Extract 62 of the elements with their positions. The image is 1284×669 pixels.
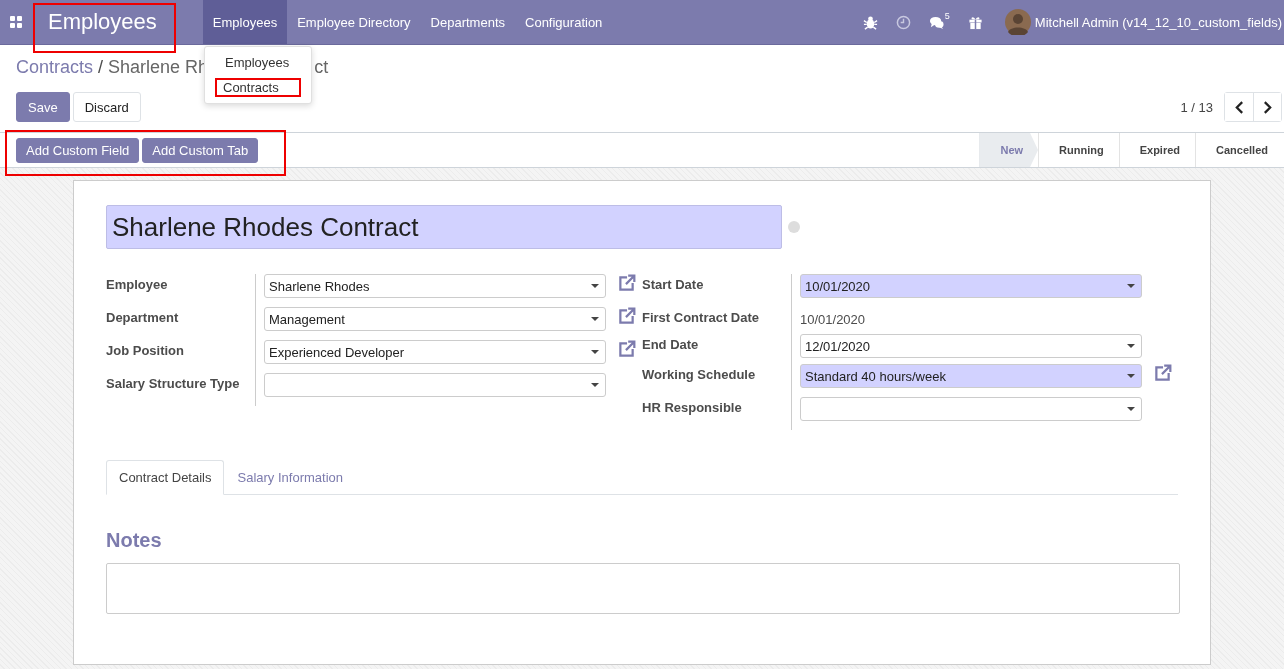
field-label: End Date <box>642 334 792 364</box>
select-field[interactable]: Sharlene Rhodes <box>264 274 606 298</box>
select-field[interactable]: Standard 40 hours/week <box>800 364 1142 388</box>
select-field[interactable]: 12/01/2020 <box>800 334 1142 358</box>
field-label: Employee <box>106 274 256 307</box>
select-field[interactable]: Experienced Developer <box>264 340 606 364</box>
caret-icon[interactable] <box>591 349 599 355</box>
pager-counter: 1 / 13 <box>1180 99 1213 115</box>
caret-icon[interactable] <box>591 382 599 388</box>
gift-icon[interactable] <box>967 14 983 30</box>
select-field[interactable]: Management <box>264 307 606 331</box>
nav-menu-item[interactable]: Departments <box>420 0 515 44</box>
chevron-left-icon[interactable] <box>1234 100 1244 114</box>
caret-icon[interactable] <box>591 316 599 322</box>
field-label: Start Date <box>642 274 792 307</box>
notes-field[interactable] <box>106 563 1180 614</box>
field-label: Job Position <box>106 340 256 373</box>
notebook-tab[interactable]: Contract Details <box>106 460 225 495</box>
clock-icon[interactable] <box>895 14 911 30</box>
chevron-right-icon[interactable] <box>1263 100 1272 114</box>
caret-icon[interactable] <box>1127 373 1135 379</box>
field-label: Department <box>106 307 256 340</box>
caret-icon[interactable] <box>1127 343 1135 349</box>
caret-icon[interactable] <box>1127 283 1135 289</box>
external-link-icon[interactable] <box>617 307 636 325</box>
field-label: HR Responsible <box>642 397 792 430</box>
section-heading: Notes <box>106 529 163 552</box>
field-label: Salary Structure Type <box>106 373 256 406</box>
external-link-icon[interactable] <box>1153 364 1172 382</box>
bug-icon[interactable] <box>862 14 878 30</box>
status-dot <box>788 221 800 233</box>
caret-icon[interactable] <box>1127 406 1135 412</box>
nav-menu-item[interactable]: Employee Directory <box>287 0 421 44</box>
breadcrumb-current: ct <box>314 57 329 79</box>
field-label: First Contract Date <box>642 307 792 334</box>
field-value: 10/01/2020 <box>800 311 867 327</box>
next-button[interactable] <box>1253 93 1281 121</box>
select-field[interactable] <box>800 397 1142 421</box>
app-title: Employees <box>48 9 157 35</box>
dropdown-item[interactable]: Employees <box>205 53 311 72</box>
breadcrumb-separator: / <box>98 57 104 79</box>
external-link-icon[interactable] <box>617 340 636 358</box>
select-field[interactable] <box>264 373 606 397</box>
name-field[interactable]: Sharlene Rhodes Contract <box>106 205 782 249</box>
custom-button[interactable]: Add Custom Field <box>16 137 140 163</box>
form-button[interactable]: Save <box>16 92 70 122</box>
custom-button[interactable]: Add Custom Tab <box>142 137 259 163</box>
apps-menu-icon[interactable] <box>10 16 22 28</box>
notebook-tab[interactable]: Salary Information <box>224 460 356 495</box>
avatar[interactable] <box>1004 9 1031 35</box>
nav-menu-item[interactable]: Employees <box>202 0 288 44</box>
user-menu[interactable]: Mitchell Admin (v14_12_10_custom_fields) <box>1034 14 1282 30</box>
dropdown-item[interactable]: Contracts <box>215 78 301 97</box>
nav-menu-item[interactable]: Configuration <box>515 0 613 44</box>
breadcrumb-link[interactable]: Contracts <box>16 57 94 83</box>
form-button[interactable]: Discard <box>72 92 141 122</box>
external-link-icon[interactable] <box>617 274 636 292</box>
caret-icon[interactable] <box>591 283 599 289</box>
message-count: 5 <box>944 10 950 21</box>
chat-icon[interactable] <box>928 14 944 30</box>
select-field[interactable]: 10/01/2020 <box>800 274 1142 298</box>
field-label: Working Schedule <box>642 364 792 397</box>
